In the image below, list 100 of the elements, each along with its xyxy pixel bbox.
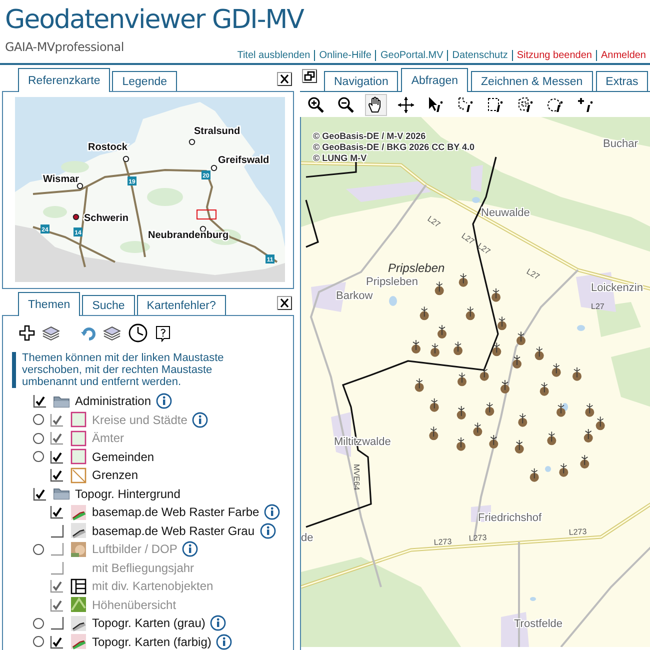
- layers-icon[interactable]: [42, 324, 60, 342]
- wind-turbine-icon[interactable]: [420, 306, 429, 320]
- wind-turbine-icon[interactable]: [514, 440, 524, 454]
- radio-button[interactable]: [33, 451, 44, 462]
- wind-turbine-icon[interactable]: [454, 341, 462, 356]
- wind-turbine-icon[interactable]: [559, 462, 568, 477]
- wind-turbine-icon[interactable]: [414, 378, 424, 392]
- city-marker: [188, 138, 196, 146]
- checkbox[interactable]: [50, 524, 64, 538]
- city-marker: [200, 226, 206, 232]
- layer-label[interactable]: Gemeinden: [92, 450, 154, 464]
- refresh-icon[interactable]: [80, 325, 96, 341]
- header-link[interactable]: Anmelden: [600, 50, 646, 61]
- pond: [577, 325, 585, 331]
- checkbox[interactable]: [50, 450, 64, 464]
- layer-icon: [70, 504, 87, 521]
- header-link[interactable]: Online-Hilfe: [319, 50, 372, 61]
- city-marker: [122, 156, 130, 162]
- wind-turbine-icon[interactable]: [596, 416, 605, 430]
- header-link[interactable]: Sitzung beenden: [516, 50, 592, 61]
- wind-turbine-icon[interactable]: [556, 402, 566, 417]
- layer-label[interactable]: Administration: [75, 394, 152, 408]
- checkbox[interactable]: [50, 468, 64, 482]
- layer-label[interactable]: Topogr. Karten (grau): [92, 616, 206, 630]
- wind-turbine-icon[interactable]: [512, 354, 522, 368]
- help-icon[interactable]: [155, 324, 171, 342]
- tab[interactable]: Legende: [112, 71, 178, 91]
- settlement-area: [471, 165, 483, 192]
- wind-turbine-icon[interactable]: [458, 272, 468, 287]
- wind-turbine-icon[interactable]: [412, 340, 420, 354]
- wind-turbine-icon[interactable]: [492, 342, 502, 356]
- clock-icon[interactable]: [128, 323, 148, 343]
- wind-turbine-icon[interactable]: [534, 346, 544, 360]
- wind-turbine-icon[interactable]: [429, 426, 438, 440]
- layers-icon[interactable]: [103, 324, 121, 342]
- wind-turbine-icon[interactable]: [572, 366, 582, 381]
- tab[interactable]: Referenzkarte: [18, 68, 110, 92]
- wind-turbine-icon[interactable]: [480, 366, 489, 381]
- wind-turbine-icon[interactable]: [498, 316, 506, 330]
- wind-turbine-icon[interactable]: [552, 362, 561, 377]
- wind-turbine-icon[interactable]: [580, 454, 590, 468]
- tab[interactable]: Suche: [82, 295, 135, 315]
- wind-turbine-icon[interactable]: [456, 406, 466, 420]
- layer-label[interactable]: Grenzen: [92, 468, 138, 482]
- tab[interactable]: Extras: [596, 71, 648, 91]
- wind-turbine-icon[interactable]: [456, 436, 466, 451]
- place-label: Neuwalde: [481, 207, 530, 219]
- wind-turbine-icon[interactable]: [584, 428, 593, 442]
- close-icon[interactable]: [277, 296, 292, 310]
- layer-label[interactable]: basemap.de Web Raster Grau: [92, 524, 255, 538]
- layer-label[interactable]: Topogr. Hintergrund: [75, 486, 180, 501]
- wind-turbine-icon[interactable]: [466, 306, 475, 320]
- road-label: L27: [476, 241, 492, 256]
- checkbox[interactable]: [50, 505, 64, 520]
- checkbox[interactable]: [33, 486, 47, 501]
- wind-turbine-icon[interactable]: [430, 342, 440, 357]
- wind-turbine-icon[interactable]: [530, 468, 539, 482]
- wind-turbine-icon[interactable]: [585, 402, 594, 417]
- checkbox[interactable]: [50, 616, 64, 630]
- checkbox[interactable]: [33, 394, 47, 408]
- layer-icon: [70, 596, 87, 614]
- add-icon[interactable]: [19, 325, 35, 341]
- close-icon[interactable]: [277, 72, 292, 86]
- checkbox[interactable]: [50, 634, 64, 649]
- restore-icon[interactable]: [302, 69, 317, 83]
- place-label: de: [301, 532, 314, 544]
- tab[interactable]: Themen: [18, 292, 80, 316]
- pond: [545, 466, 551, 472]
- wind-turbine-icon[interactable]: [500, 380, 510, 394]
- hand-icon[interactable]: [365, 94, 387, 116]
- info-icon[interactable]: [156, 393, 172, 410]
- wind-turbine-icon[interactable]: [489, 434, 498, 448]
- tab[interactable]: Kartenfehler?: [136, 295, 226, 315]
- tab[interactable]: Navigation: [324, 71, 398, 91]
- wind-turbine-icon[interactable]: [516, 331, 526, 346]
- layer-label[interactable]: Topogr. Karten (farbig): [92, 634, 212, 649]
- radio-button[interactable]: [33, 636, 44, 648]
- wind-turbine-icon[interactable]: [473, 422, 482, 436]
- wind-turbine-icon[interactable]: [540, 382, 549, 396]
- tab[interactable]: Abfragen: [401, 68, 468, 92]
- info-icon[interactable]: [210, 615, 226, 632]
- radio-button[interactable]: [33, 618, 44, 629]
- pond: [530, 597, 536, 601]
- header-link[interactable]: GeoPortal.MV: [380, 50, 444, 61]
- wind-turbine-icon[interactable]: [547, 431, 556, 446]
- extent-frame[interactable]: [196, 210, 216, 220]
- wind-turbine-icon[interactable]: [518, 412, 528, 427]
- info-icon[interactable]: [260, 522, 276, 539]
- wind-turbine-icon[interactable]: [434, 281, 444, 296]
- wind-turbine-icon[interactable]: [492, 288, 500, 302]
- header-link[interactable]: Datenschutz: [452, 50, 508, 61]
- header-link[interactable]: Titel ausblenden: [237, 50, 310, 61]
- info-icon[interactable]: [264, 504, 280, 520]
- wind-turbine-icon[interactable]: [430, 398, 439, 412]
- wind-turbine-icon[interactable]: [458, 372, 466, 386]
- wind-turbine-icon[interactable]: [438, 324, 446, 338]
- info-icon[interactable]: [216, 634, 232, 650]
- wind-turbine-icon[interactable]: [485, 402, 494, 416]
- layer-label[interactable]: basemap.de Web Raster Farbe: [92, 505, 260, 520]
- tab[interactable]: Zeichnen & Messen: [471, 71, 593, 91]
